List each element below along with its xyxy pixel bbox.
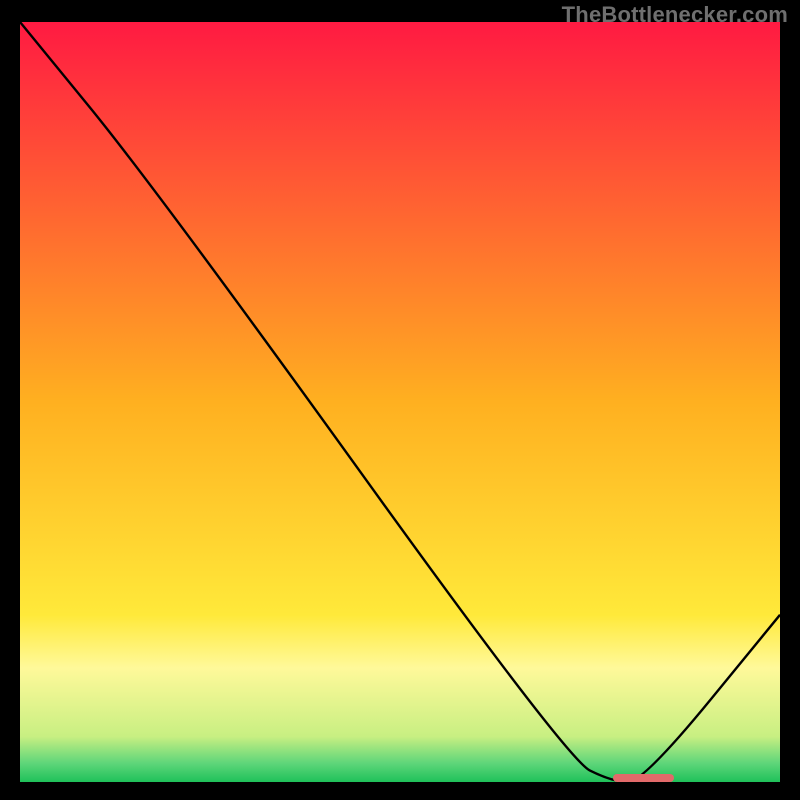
gradient-bg	[20, 22, 780, 782]
plot-area	[20, 22, 780, 782]
plot-svg	[20, 22, 780, 782]
optimal-marker	[613, 774, 674, 782]
chart-frame: TheBottlenecker.com	[0, 0, 800, 800]
